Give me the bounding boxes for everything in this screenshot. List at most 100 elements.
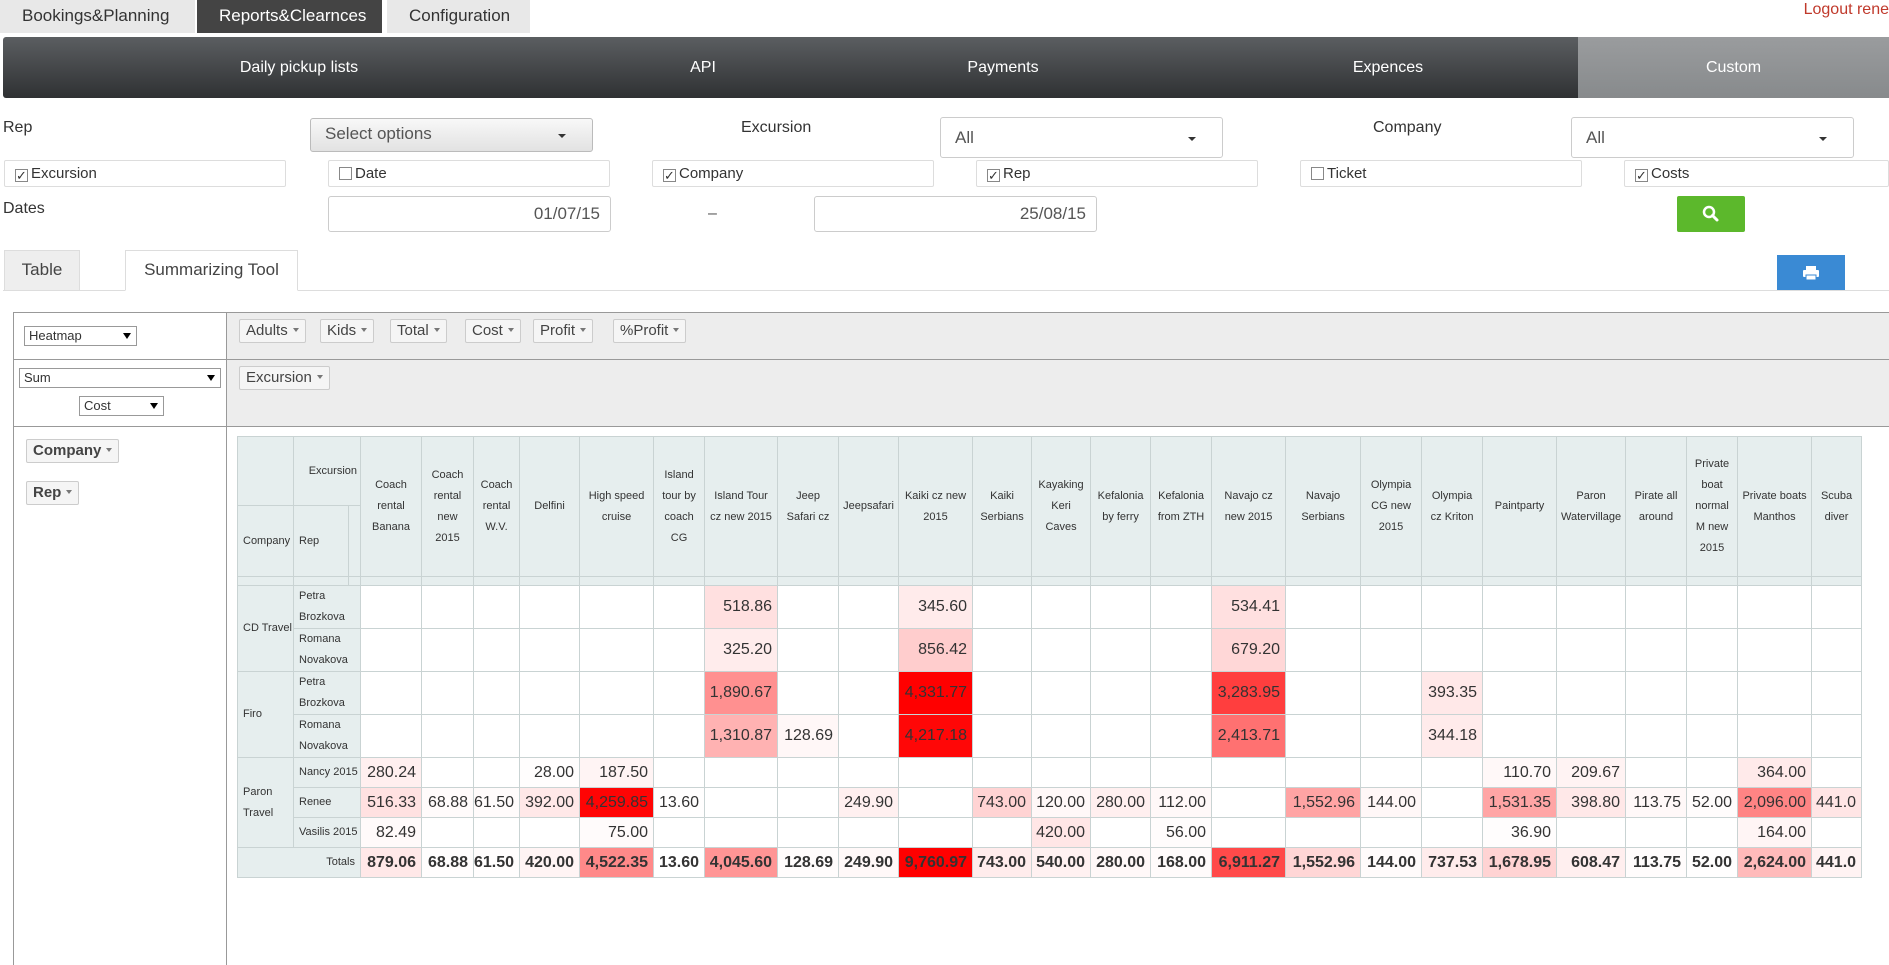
nav-api[interactable]: API — [603, 37, 803, 98]
rep-select[interactable]: Select options — [310, 118, 593, 152]
pivot-cell — [1360, 714, 1423, 758]
pivot-cell — [1090, 714, 1152, 758]
check-date[interactable]: Date — [328, 160, 610, 187]
attr-adults[interactable]: Adults — [239, 319, 306, 343]
pivot-cell — [1031, 585, 1092, 629]
company-row-header: Firo — [237, 671, 294, 758]
pivot-cell: 209.67 — [1556, 757, 1627, 788]
pivot-cell — [421, 757, 474, 788]
pivot-cell — [972, 714, 1033, 758]
pivot-cell — [1360, 817, 1423, 848]
total-cell: 68.88 — [421, 847, 474, 878]
pivot-cell — [1421, 817, 1484, 848]
pivot-cell: 187.50 — [579, 757, 655, 788]
caret-icon — [673, 328, 680, 332]
pivot-cell — [838, 714, 900, 758]
check-company[interactable]: ✓ Company — [652, 160, 934, 187]
pivot-cell — [421, 817, 474, 848]
aggregator-select[interactable]: Sum — [19, 368, 221, 388]
checkbox-icon: ✓ — [663, 168, 676, 183]
pivot-cell — [898, 787, 974, 818]
column-header: Olympia CG new 2015 — [1360, 436, 1423, 577]
excursion-select[interactable]: All — [940, 117, 1223, 158]
search-button[interactable] — [1677, 196, 1745, 232]
attr-total[interactable]: Total — [390, 319, 447, 343]
tab-reports-clearances[interactable]: Reports&Clearnces — [197, 0, 382, 33]
attr-label: Cost — [472, 322, 503, 339]
check-excursion[interactable]: ✓ Excursion — [4, 160, 286, 187]
caret-icon — [292, 328, 299, 332]
logout-link[interactable]: Logout rene — [1804, 0, 1889, 20]
pivot-cell — [360, 714, 422, 758]
total-cell: 743.00 — [972, 847, 1033, 878]
gap-cell — [1686, 576, 1739, 586]
tab-configuration[interactable]: Configuration — [387, 0, 530, 33]
col-attr-excursion[interactable]: Excursion — [239, 366, 330, 390]
date-to-input[interactable]: 25/08/15 — [814, 196, 1097, 232]
caret-icon — [66, 490, 73, 494]
pivot-cell — [1150, 757, 1213, 788]
chevron-down-icon — [150, 403, 158, 409]
pivot-cell — [1421, 628, 1484, 672]
column-header: Kaiki cz new 2015 — [898, 436, 974, 577]
pivot-cell — [1150, 671, 1213, 715]
attr-cost[interactable]: Cost — [465, 319, 521, 343]
pivot-cell — [704, 757, 779, 788]
attr-kids[interactable]: Kids — [320, 319, 375, 343]
table-row: Firo Petra Brozkova 1,890.67 4,331.77 3,283.… — [237, 671, 1863, 758]
tab-table[interactable]: Table — [4, 250, 80, 290]
pivot-cell — [1285, 714, 1362, 758]
pivot-cell — [777, 628, 840, 672]
total-cell: 6,911.27 — [1211, 847, 1287, 878]
total-cell: 9,760.97 — [898, 847, 974, 878]
pivot-cell — [1556, 817, 1627, 848]
total-cell: 144.00 — [1360, 847, 1423, 878]
total-cell: 249.90 — [838, 847, 900, 878]
tab-summarizing-tool[interactable]: Summarizing Tool — [125, 250, 298, 291]
nav-payments[interactable]: Payments — [903, 37, 1103, 98]
pivot-cell: 398.80 — [1556, 787, 1627, 818]
attr-profit[interactable]: Profit — [533, 319, 594, 343]
pivot-cell — [653, 817, 706, 848]
pivot-cell — [838, 817, 900, 848]
pivot-cell — [1686, 628, 1739, 672]
nav-expenses[interactable]: Expences — [1288, 37, 1488, 98]
nav-daily-pickup-lists[interactable]: Daily pickup lists — [3, 37, 595, 98]
renderer-select[interactable]: Heatmap — [24, 326, 137, 346]
pivot-cell — [1482, 628, 1558, 672]
pivot-cell — [1285, 585, 1362, 629]
pivot-cell — [579, 585, 655, 629]
column-header: Coach rental Banana — [360, 436, 422, 577]
pivot-cell — [1421, 787, 1484, 818]
row-attr-rep[interactable]: Rep — [26, 481, 80, 505]
chevron-down-icon — [207, 375, 215, 381]
column-header: Pirate all around — [1625, 436, 1688, 577]
check-rep[interactable]: ✓ Rep — [976, 160, 1258, 187]
gap-cell — [838, 576, 900, 586]
gap-cell — [1285, 576, 1362, 586]
pivot-cell — [1360, 757, 1423, 788]
total-cell: 4,045.60 — [704, 847, 779, 878]
total-cell: 113.75 — [1625, 847, 1688, 878]
check-costs[interactable]: ✓ Costs — [1624, 160, 1889, 187]
rep-row-header: Romana Novakova — [293, 628, 361, 672]
print-button[interactable] — [1777, 255, 1845, 290]
attr-label: Company — [33, 442, 102, 459]
tab-bookings-planning[interactable]: Bookings&Planning — [0, 0, 195, 33]
column-header: Island Tour cz new 2015 — [704, 436, 779, 577]
rep-row-header: Renee — [293, 787, 361, 818]
check-ticket[interactable]: Ticket — [1300, 160, 1582, 187]
agg-field-select[interactable]: Cost — [79, 396, 164, 416]
table-row: CD Travel Petra Brozkova 518.86 345.60 534.4… — [237, 585, 1863, 672]
pivot-cell — [704, 817, 779, 848]
total-cell: 2,624.00 — [1737, 847, 1813, 878]
pivot-cell — [972, 671, 1033, 715]
date-from-input[interactable]: 01/07/15 — [328, 196, 611, 232]
attr-pct-profit[interactable]: %Profit — [613, 319, 687, 343]
pivot-cell — [1686, 585, 1739, 629]
gap-cell — [1090, 576, 1152, 586]
nav-custom[interactable]: Custom — [1578, 37, 1889, 98]
company-select[interactable]: All — [1571, 117, 1854, 158]
row-attr-company[interactable]: Company — [26, 439, 120, 463]
column-header: Kefalonia from ZTH — [1150, 436, 1213, 577]
